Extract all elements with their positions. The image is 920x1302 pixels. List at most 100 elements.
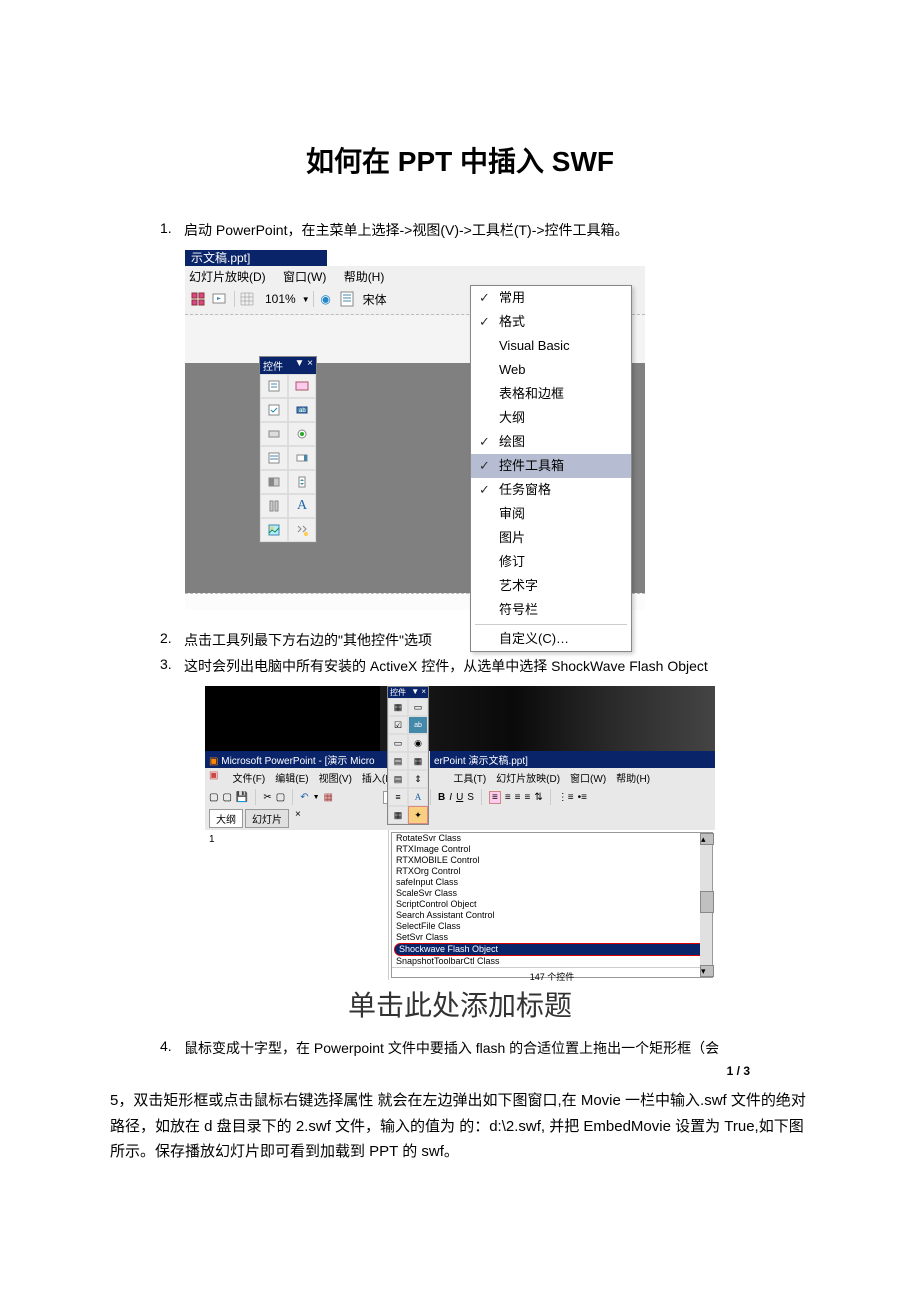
listbox-icon[interactable]: ▤ (388, 752, 408, 770)
menu-item-common[interactable]: 常用 (471, 286, 631, 310)
toolbox-titlebar-2[interactable]: 控件 ▼ × (388, 687, 428, 698)
properties-icon[interactable]: ▦ (388, 698, 408, 716)
shadow-icon[interactable]: S (467, 792, 474, 803)
checkbox-icon[interactable]: ☑ (388, 716, 408, 734)
list-item[interactable]: SelectFile Class (392, 921, 712, 932)
scrollbar-thumb[interactable] (700, 891, 714, 913)
menu-edit[interactable]: 编辑(E) (275, 770, 308, 785)
align-center-icon[interactable]: ≡ (505, 792, 511, 803)
menu-window[interactable]: 窗口(W) (283, 270, 326, 284)
list-item[interactable]: SnapshotToolbarCtl Class (392, 956, 712, 967)
label-icon[interactable]: A (408, 788, 428, 806)
zoom-value[interactable]: 101% (265, 292, 296, 306)
open-icon[interactable]: ▢ (222, 792, 231, 803)
slideshow-icon[interactable] (210, 290, 228, 308)
listbox-icon[interactable] (260, 446, 288, 470)
menu-item-taskpane[interactable]: 任务窗格 (471, 478, 631, 502)
undo-icon[interactable]: ↶ (300, 792, 308, 803)
command-button-icon[interactable] (260, 422, 288, 446)
bold-icon[interactable]: B (438, 792, 445, 803)
view-code-icon[interactable] (288, 374, 316, 398)
list-item[interactable]: Search Assistant Control (392, 910, 712, 921)
new-icon[interactable]: ▢ (209, 792, 218, 803)
scrollbar-icon[interactable] (260, 494, 288, 518)
numbering-icon[interactable]: ⋮≡ (558, 792, 574, 803)
menu-slideshow[interactable]: 幻灯片放映(D) (496, 770, 560, 785)
checkbox-icon[interactable] (260, 398, 288, 422)
undo-dropdown-icon[interactable]: ▼ (313, 794, 320, 801)
menu-item-controls[interactable]: 控件工具箱 (471, 454, 631, 478)
toggle-icon[interactable]: ▤ (388, 770, 408, 788)
textbox-icon[interactable]: ab (288, 398, 316, 422)
toolbox-titlebar[interactable]: 控件 ▼ × (260, 357, 316, 374)
view-code-icon[interactable]: ▭ (408, 698, 428, 716)
chart-icon[interactable]: ▦ (324, 792, 333, 803)
more-controls-icon[interactable]: ✦ (408, 806, 428, 824)
list-item[interactable]: RTXImage Control (392, 844, 712, 855)
toggle-button-icon[interactable] (260, 470, 288, 494)
image-icon[interactable] (260, 518, 288, 542)
align-justify-icon[interactable]: ≡ (525, 792, 531, 803)
menu-item-drawing[interactable]: 绘图 (471, 430, 631, 454)
align-left-icon[interactable]: ≡ (489, 791, 501, 804)
list-item[interactable]: RotateSvr Class (392, 833, 712, 844)
menu-help[interactable]: 帮助(H) (344, 270, 385, 284)
image-icon[interactable]: ▦ (388, 806, 408, 824)
list-item[interactable]: SetSvr Class (392, 932, 712, 943)
more-controls-icon[interactable] (288, 518, 316, 542)
activex-listbox[interactable]: RotateSvr Class RTXImage Control RTXMOBI… (391, 832, 713, 978)
menu-item-picture[interactable]: 图片 (471, 526, 631, 550)
label-icon[interactable]: A (288, 494, 316, 518)
read-icon[interactable] (338, 290, 356, 308)
tab-outline[interactable]: 大纲 (209, 809, 243, 828)
menu-item-wordart[interactable]: 艺术字 (471, 574, 631, 598)
list-item-shockwave[interactable]: Shockwave Flash Object (394, 943, 710, 956)
close-tabs-icon[interactable]: × (295, 809, 301, 828)
menu-item-custom[interactable]: 自定义(C)… (471, 627, 631, 651)
list-scrollbar[interactable]: ▴ ▾ (700, 833, 712, 977)
menu-item-vb[interactable]: Visual Basic (471, 334, 631, 358)
menu-slideshow[interactable]: 幻灯片放映(D) (189, 270, 266, 284)
font-name[interactable]: 宋体 (363, 291, 387, 308)
properties-icon[interactable] (260, 374, 288, 398)
menu-window[interactable]: 窗口(W) (570, 770, 606, 785)
list-item[interactable]: RTXOrg Control (392, 866, 712, 877)
line-spacing-icon[interactable]: ⇅ (534, 792, 542, 803)
spin-icon[interactable]: ⇕ (408, 770, 428, 788)
combobox-icon[interactable] (288, 446, 316, 470)
scrollbar-up-icon[interactable]: ▴ (700, 833, 714, 845)
textbox-icon[interactable]: ab (408, 716, 428, 734)
save-icon[interactable]: 💾 (236, 792, 248, 803)
italic-icon[interactable]: I (449, 792, 452, 803)
menu-help[interactable]: 帮助(H) (616, 770, 650, 785)
cut-icon[interactable]: ✂ (263, 792, 271, 803)
menu-item-revision[interactable]: 修订 (471, 550, 631, 574)
scrollbar-down-icon[interactable]: ▾ (700, 965, 714, 977)
menu-item-symbol[interactable]: 符号栏 (471, 598, 631, 622)
list-item[interactable]: ScriptControl Object (392, 899, 712, 910)
button-icon[interactable]: ▭ (388, 734, 408, 752)
menu-tools[interactable]: 工具(T) (453, 770, 486, 785)
copy-icon[interactable]: ▢ (276, 792, 285, 803)
menu-item-review[interactable]: 审阅 (471, 502, 631, 526)
toolbox-dropdown-icon[interactable]: ▼ × (294, 358, 313, 373)
option-icon[interactable]: ◉ (408, 734, 428, 752)
menu-item-tables[interactable]: 表格和边框 (471, 382, 631, 406)
menu-file[interactable]: 文件(F) (232, 770, 265, 785)
list-item[interactable]: ScaleSvr Class (392, 888, 712, 899)
list-item[interactable]: RTXMOBILE Control (392, 855, 712, 866)
bullets-icon[interactable]: •≡ (578, 792, 587, 803)
menu-item-outline[interactable]: 大纲 (471, 406, 631, 430)
toolbox-close-icon[interactable]: ▼ × (411, 687, 426, 698)
menu-item-format[interactable]: 格式 (471, 310, 631, 334)
tab-slides[interactable]: 幻灯片 (245, 809, 289, 828)
combobox-icon[interactable]: ▦ (408, 752, 428, 770)
zoom-dropdown-icon[interactable]: ▼ (302, 295, 310, 304)
align-right-icon[interactable]: ≡ (515, 792, 521, 803)
menu-item-web[interactable]: Web (471, 358, 631, 382)
help-icon[interactable]: ◉ (317, 290, 335, 308)
menu-view[interactable]: 视图(V) (319, 770, 352, 785)
list-item[interactable]: safeInput Class (392, 877, 712, 888)
underline-icon[interactable]: U (456, 792, 463, 803)
option-button-icon[interactable] (288, 422, 316, 446)
